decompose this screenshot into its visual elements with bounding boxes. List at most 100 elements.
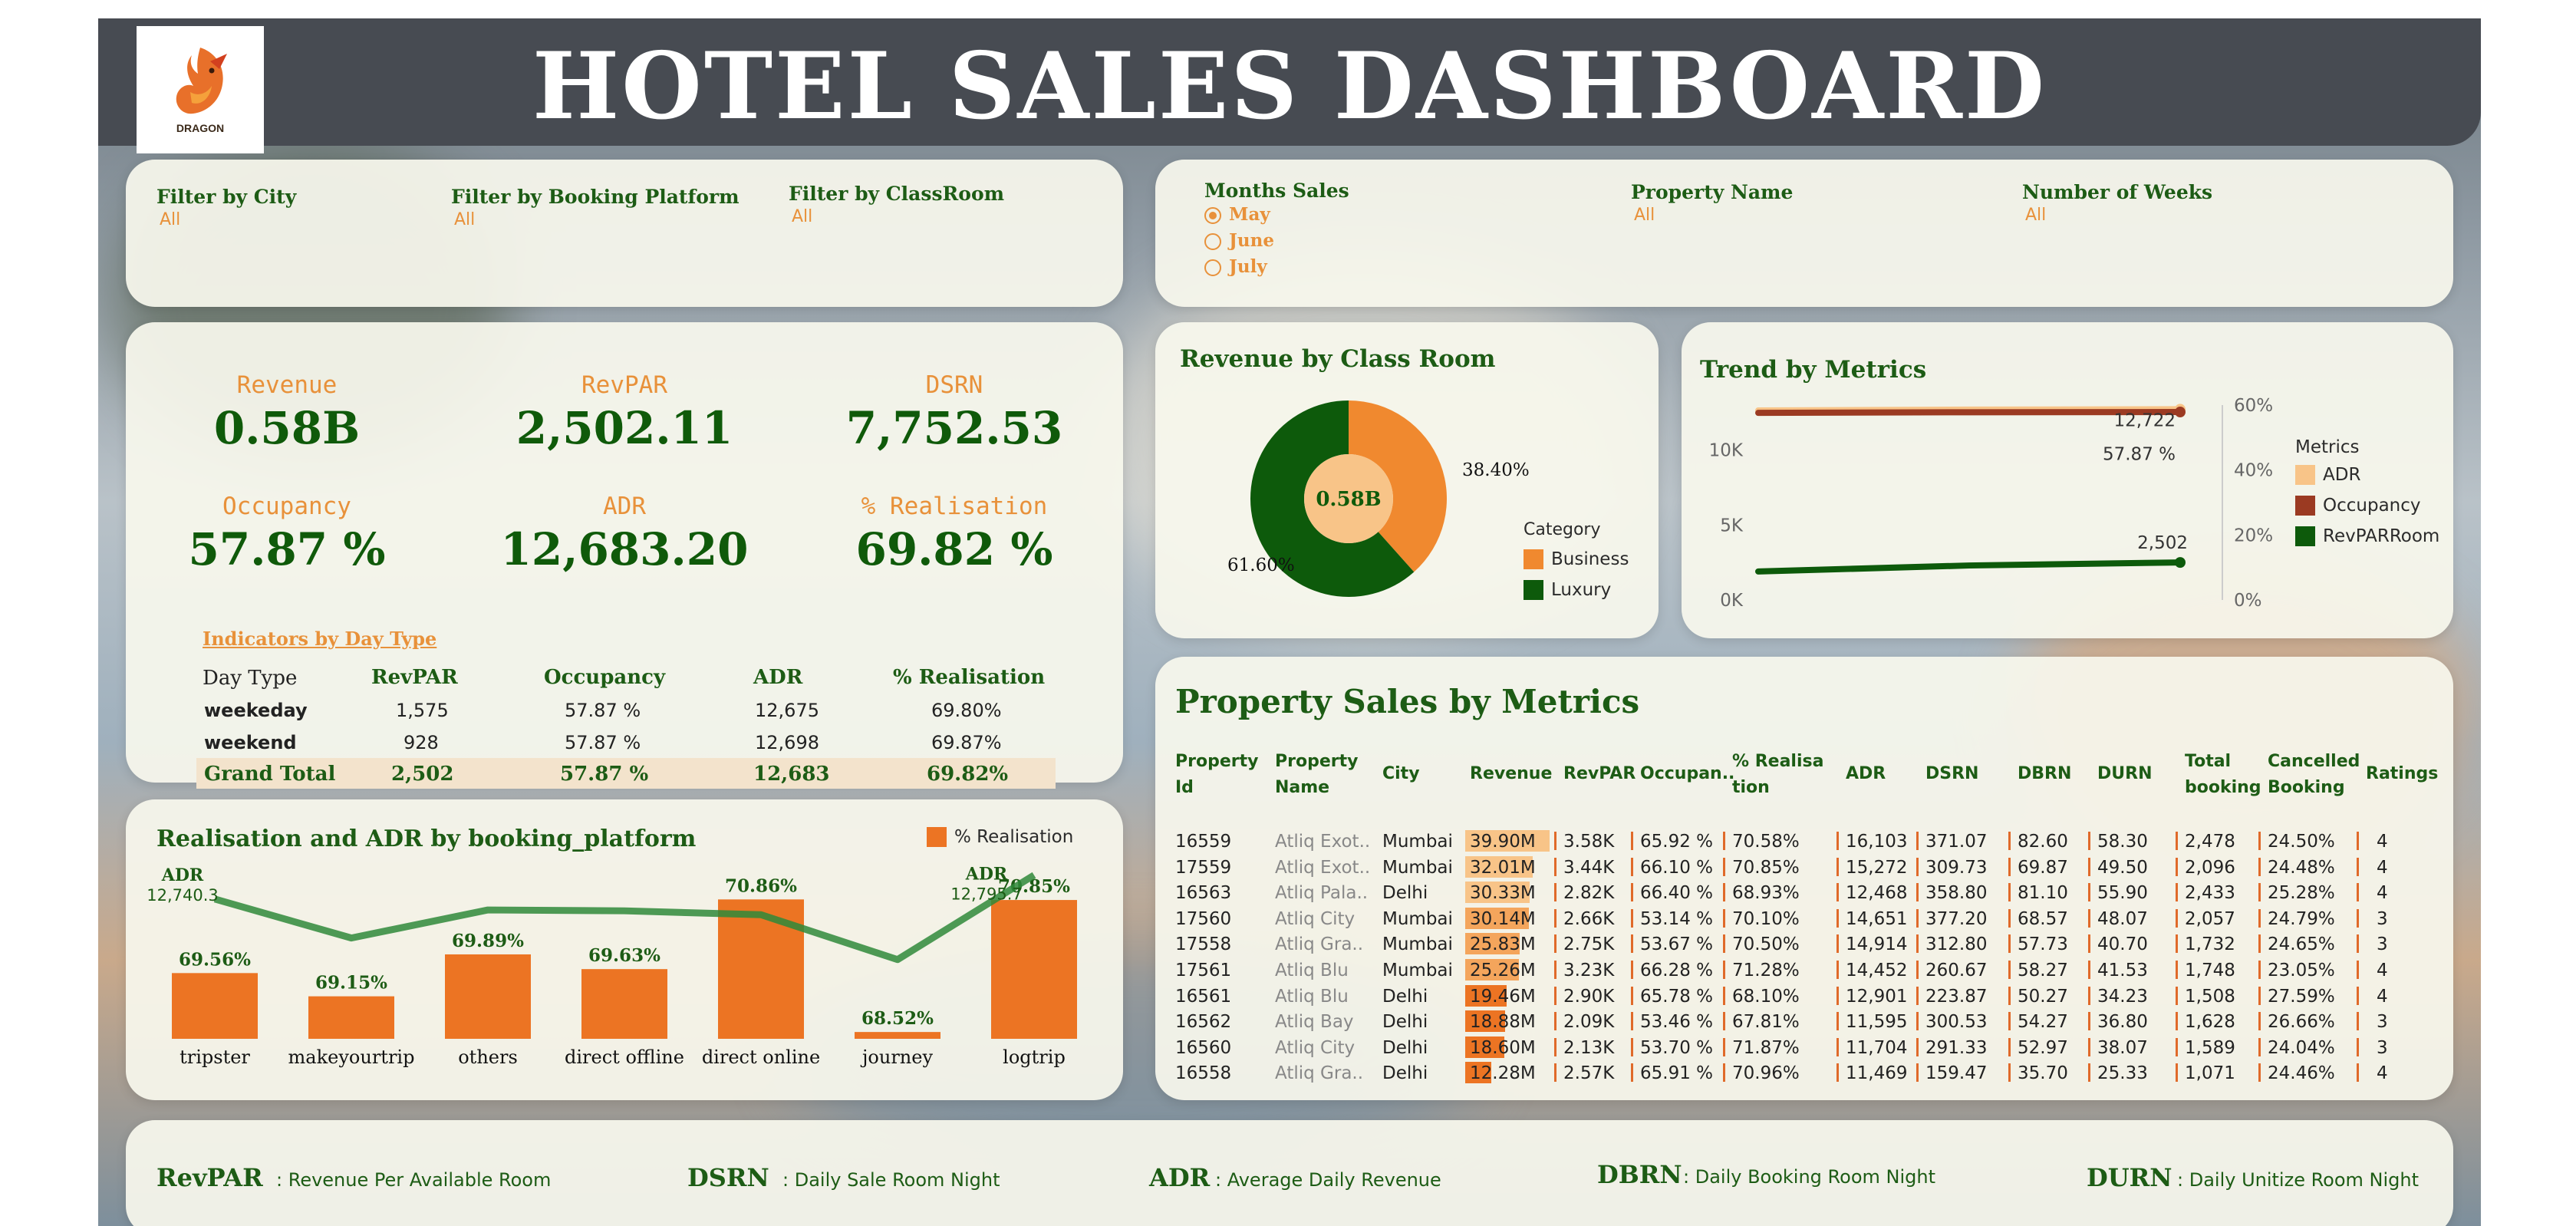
footer-glossary: RevPAR : Revenue Per Available Room DSRN… [126,1120,2453,1226]
cell-separator [1554,1063,1556,1083]
table-cell: Atliq Exot.. [1275,857,1371,878]
class-chart-panel: Revenue by Class Room 0.58B 38.40% 61.60% … [1155,322,1659,638]
table-header[interactable]: RevPAR [1563,761,1636,787]
cell-separator [2008,1063,2011,1083]
kpi-revpar-value: 2,502.11 [516,402,733,454]
table-cell: 11,595 [1846,1012,1908,1033]
month-july-radio[interactable] [1204,259,1221,276]
filter-platform-label: Filter by Booking Platform [451,186,740,208]
kpi-revpar-label: RevPAR [581,371,667,399]
filter-weeks-dropdown[interactable]: All [2025,206,2046,225]
table-row-id: 16563 [1175,883,1232,904]
table-cell: 3 [2377,908,2388,929]
table-cell: 1,748 [2185,961,2235,980]
table-cell: 4 [2377,1063,2388,1084]
table-header[interactable]: Total booking [2185,749,2261,801]
cell-separator [2088,961,2090,979]
month-july-label[interactable]: July [1229,256,1267,277]
table-header[interactable]: % Realisa tion [1732,749,1823,801]
table-cell: 25.28% [2268,883,2335,904]
table-cell: 41.53 [2097,961,2148,980]
cell-separator [1723,908,1725,928]
table-cell: 38.07 [2097,1037,2148,1058]
glossary-revpar-key: RevPAR [156,1163,263,1192]
glossary-dbrn-def: : Daily Booking Room Night [1683,1166,1935,1188]
legend-revpar-label: RevPARRoom [2323,526,2440,546]
cell-separator [2176,961,2178,979]
legend-business-swatch [1524,549,1543,569]
table-cell: 68.10% [1732,986,1800,1007]
legend-luxury-swatch [1524,580,1543,600]
cell-separator [2088,883,2090,902]
table-cell: 53.70 % [1640,1037,1714,1058]
legend-occupancy-swatch [2295,496,2315,516]
table-header[interactable]: DSRN [1925,761,1978,787]
table-cell: 23.05% [2268,961,2335,980]
table-cell: 58.27 [2018,961,2068,980]
cell-separator [2258,883,2261,902]
cell-separator [1554,883,1556,902]
property-table-panel: Property Sales by Metrics Property Id Prop… [1155,657,2453,1100]
table-cell: 2.66K [1563,908,1615,929]
table-header[interactable]: Occupan.. [1640,761,1734,787]
category-label: direct offline [565,1046,684,1068]
cell-separator [2357,1012,2359,1031]
cell-separator [1631,857,1633,876]
table-cell: 24.79% [2268,908,2335,929]
table-header[interactable]: Property Name [1275,749,1358,801]
month-may-label[interactable]: May [1229,204,1270,225]
legend-occupancy-label: Occupancy [2323,496,2421,516]
month-june-radio[interactable] [1204,233,1221,250]
glossary-revpar-def: : Revenue Per Available Room [276,1169,552,1191]
table-cell: 3 [2377,1012,2388,1033]
trend-revpar-label: 2,502 [2137,533,2188,553]
table-cell: 53.67 % [1640,934,1714,955]
day-type-cell: 928 [404,732,439,753]
kpi-revenue-label: Revenue [236,371,338,399]
table-cell: Delhi [1382,1063,1428,1084]
cell-separator [1723,857,1725,876]
filter-property-dropdown[interactable]: All [1634,206,1655,225]
cell-separator [2088,832,2090,850]
cell-separator [1916,857,1919,876]
table-header[interactable]: Ratings [2366,761,2438,787]
filter-platform-dropdown[interactable]: All [454,210,475,229]
table-cell: Atliq City [1275,1037,1356,1058]
table-header[interactable]: DURN [2097,761,2152,787]
table-cell: 70.58% [1732,832,1800,852]
table-cell: 70.10% [1732,908,1800,929]
cell-separator [2088,1012,2090,1031]
property-table-title: Property Sales by Metrics [1175,683,1640,720]
legend-business-label: Business [1551,549,1629,569]
day-type-header-revpar: RevPAR [371,666,458,689]
table-header[interactable]: Cancelled Booking [2268,749,2360,801]
bar-journey [855,1032,940,1039]
table-header[interactable]: City [1382,761,1420,787]
donut-luxury-pct: 61.60% [1227,555,1295,575]
table-header[interactable]: Property Id [1175,749,1258,801]
table-cell: 69.87 [2018,857,2068,878]
bar-value-label: 69.89% [452,931,524,951]
cell-separator [1916,986,1919,1005]
cell-separator [2258,1063,2261,1083]
filter-property-label: Property Name [1631,181,1794,203]
table-cell: 24.46% [2268,1063,2335,1084]
table-cell: 2.90K [1563,986,1615,1007]
bar-value-label: 69.56% [179,949,251,970]
table-cell: 15,272 [1846,857,1908,878]
table-header[interactable]: Revenue [1470,761,1552,787]
filter-classroom-dropdown[interactable]: All [792,207,812,226]
filter-city-dropdown[interactable]: All [160,210,180,229]
table-header[interactable]: DBRN [2018,761,2071,787]
month-may-radio[interactable] [1204,207,1221,224]
table-cell: 2,478 [2185,832,2235,852]
cell-separator [1631,934,1633,954]
table-row-id: 16561 [1175,986,1232,1007]
table-cell: 2.13K [1563,1037,1615,1058]
table-cell: 66.10 % [1640,857,1714,878]
table-header[interactable]: ADR [1846,761,1886,787]
cell-separator [2088,857,2090,876]
day-type-cell: 12,698 [755,732,819,753]
month-june-label[interactable]: June [1229,230,1274,251]
cell-separator [2176,1012,2178,1031]
